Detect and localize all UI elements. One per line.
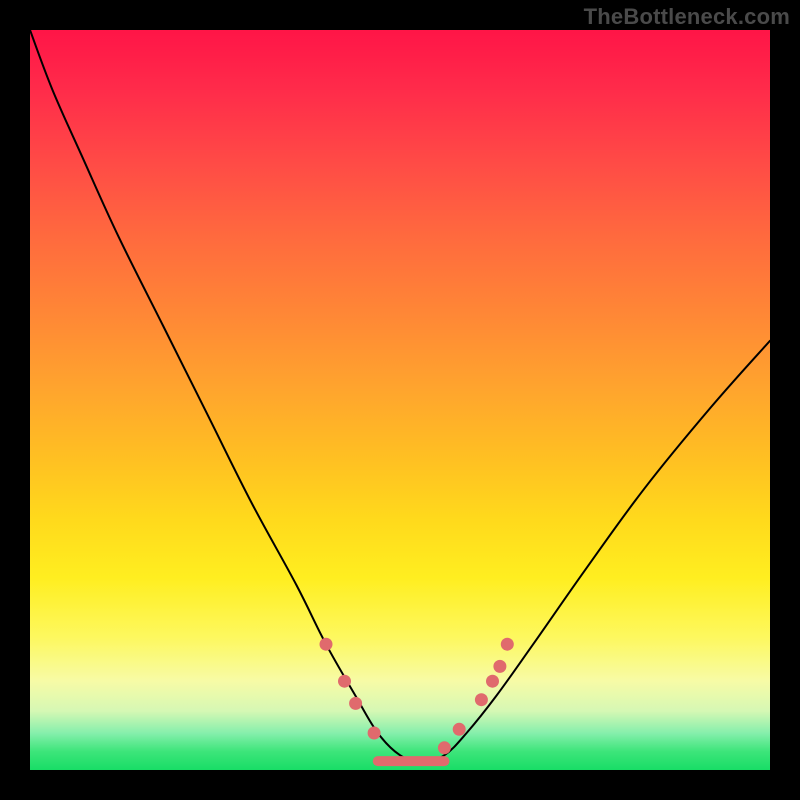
data-marker <box>368 727 381 740</box>
data-marker <box>486 675 499 688</box>
data-marker <box>493 660 506 673</box>
data-marker <box>438 741 451 754</box>
marker-group <box>320 638 514 755</box>
data-marker <box>338 675 351 688</box>
plot-area <box>30 30 770 770</box>
chart-frame: TheBottleneck.com <box>0 0 800 800</box>
data-marker <box>475 693 488 706</box>
chart-svg <box>30 30 770 770</box>
bottleneck-curve <box>30 30 770 763</box>
watermark-text: TheBottleneck.com <box>584 4 790 30</box>
data-marker <box>349 697 362 710</box>
data-marker <box>453 723 466 736</box>
data-marker <box>320 638 333 651</box>
curve-group <box>30 30 770 763</box>
data-marker <box>501 638 514 651</box>
